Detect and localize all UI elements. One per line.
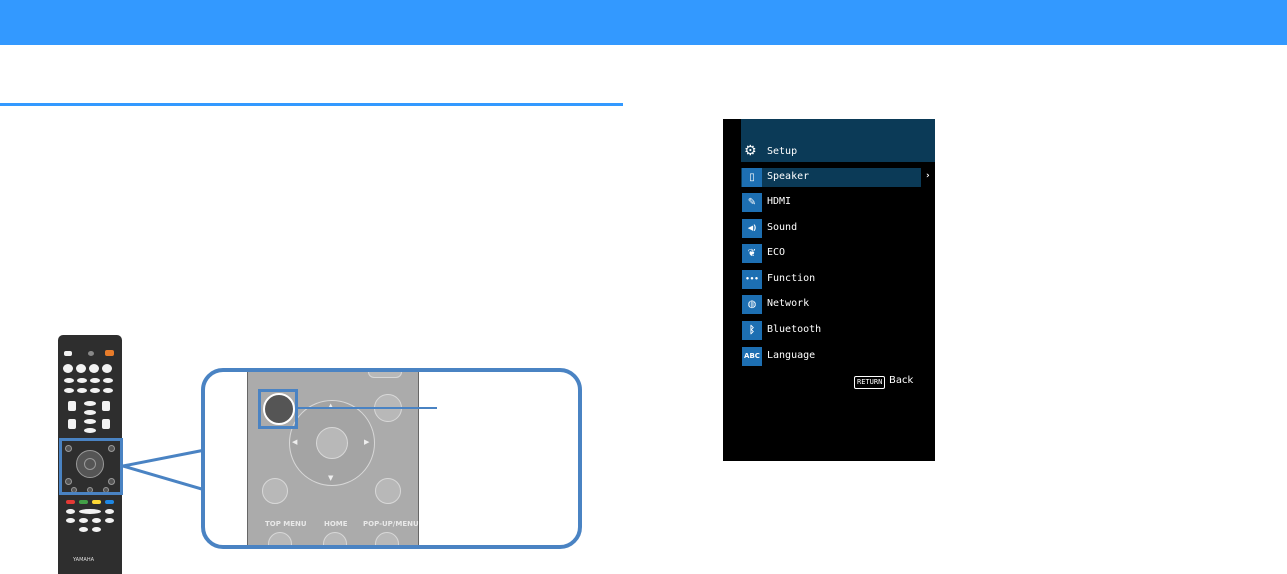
top-menu-label: TOP MENU [265, 520, 307, 528]
chevron-right-icon: › [926, 171, 930, 181]
callout-tail [122, 448, 207, 493]
popup-menu-label: POP-UP/MENU [363, 520, 419, 528]
home-label: HOME [324, 520, 348, 528]
menu-item-sound[interactable]: ◀) Sound [741, 219, 921, 238]
callout-pointer-line [296, 407, 437, 409]
menu-item-eco[interactable]: ❦ ECO [741, 244, 921, 263]
speaker-icon: ▯ [742, 168, 762, 187]
setup-key[interactable] [263, 393, 295, 425]
menu-item-bluetooth[interactable]: ᛒ Bluetooth [741, 321, 921, 340]
menu-item-speaker[interactable]: ▯ Speaker [741, 168, 921, 187]
zoomed-enter-button [316, 427, 348, 459]
bluetooth-icon: ᛒ [742, 321, 762, 340]
gear-icon: ⚙ [744, 143, 757, 159]
zoomed-display-button [375, 478, 401, 504]
menu-item-function[interactable]: ••• Function [741, 270, 921, 289]
hdmi-icon: ✎ [742, 193, 762, 212]
back-hint: Back [889, 375, 914, 386]
menu-item-hdmi[interactable]: ✎ HDMI [741, 193, 921, 212]
language-icon: ABC [742, 347, 762, 366]
cursor-left-icon: ◀ [292, 438, 298, 446]
eco-leaf-icon: ❦ [742, 244, 762, 263]
menu-item-network[interactable]: ◍ Network [741, 295, 921, 314]
sound-icon: ◀) [742, 219, 762, 238]
menu-item-language[interactable]: ABC Language [741, 347, 921, 366]
return-key-icon: RETURN [854, 376, 886, 389]
cursor-right-icon: ▶ [364, 438, 370, 446]
cursor-down-icon: ▼ [328, 474, 334, 482]
zoomed-return-button [262, 478, 288, 504]
menu-title: Setup [767, 146, 798, 157]
function-icon: ••• [742, 270, 762, 289]
tv-setup-menu: ⚙ Setup ▯ Speaker › ✎ HDMI ◀) Sound ❦ EC… [723, 119, 935, 461]
network-icon: ◍ [742, 295, 762, 314]
